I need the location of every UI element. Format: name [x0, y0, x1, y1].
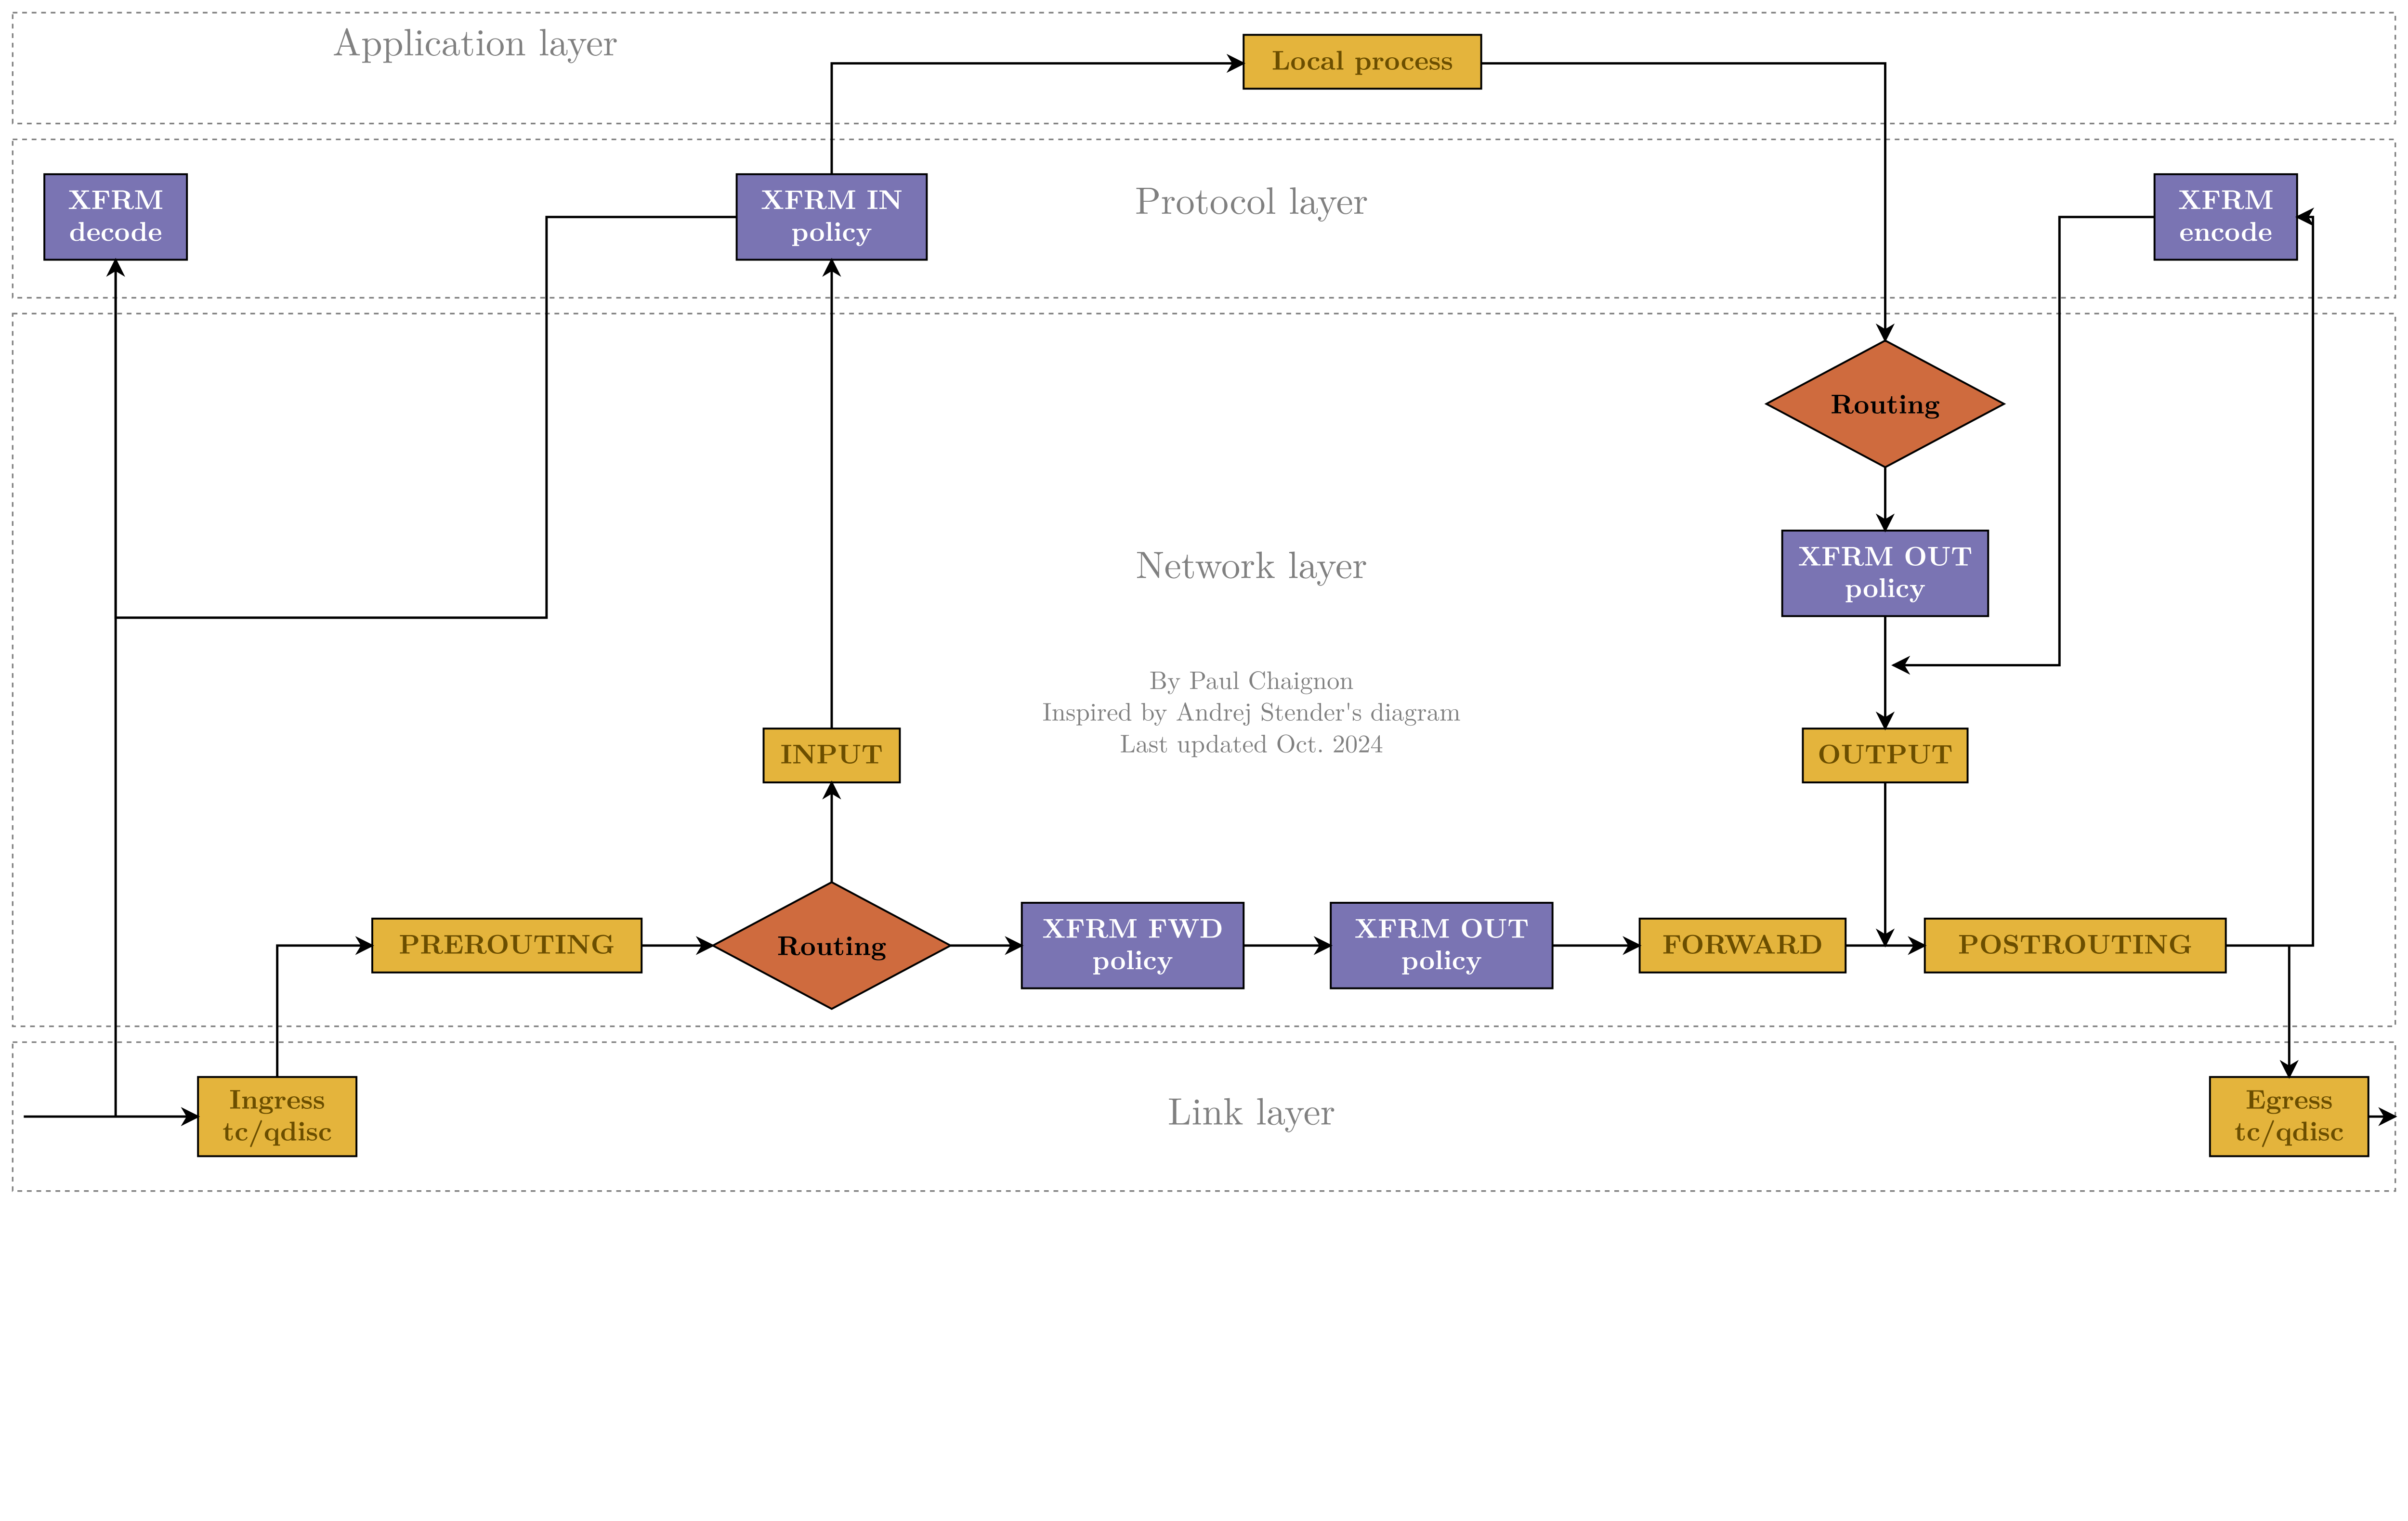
- ingress-tc-qdisc-node: Ingress tc/qdisc: [198, 1077, 356, 1156]
- egress-tc-qdisc-node: Egress tc/qdisc: [2210, 1077, 2369, 1156]
- edge-ingress-to-prerouting: [277, 946, 372, 1077]
- network-layer-label: Network layer: [1136, 535, 1367, 589]
- prerouting-node: PREROUTING: [372, 919, 641, 973]
- xfrm-encode-node: XFRM encode: [2155, 174, 2297, 260]
- forward-node: FORWARD: [1640, 919, 1846, 973]
- xfrm-out-policy-top-node: XFRM OUT policy: [1782, 531, 1989, 616]
- xfrm-in-policy-node: XFRM IN policy: [737, 174, 927, 260]
- edge-localprocess-to-routingtop: [1481, 64, 1885, 341]
- output-node: OUTPUT: [1803, 728, 1967, 782]
- svg-text:encode: encode: [2179, 211, 2272, 249]
- svg-text:tc/qdisc: tc/qdisc: [2235, 1110, 2344, 1148]
- credit-line-3: Last updated Oct. 2024: [1120, 724, 1383, 760]
- xfrm-out-policy-bottom-node: XFRM OUT policy: [1331, 903, 1553, 988]
- svg-text:FORWARD: FORWARD: [1662, 923, 1823, 962]
- svg-text:INPUT: INPUT: [781, 734, 883, 772]
- svg-text:Local process: Local process: [1272, 40, 1453, 78]
- routing-top-node: Routing: [1767, 340, 2004, 467]
- svg-text:OUTPUT: OUTPUT: [1818, 734, 1953, 772]
- svg-text:PREROUTING: PREROUTING: [399, 923, 615, 962]
- svg-text:policy: policy: [791, 211, 872, 249]
- credit-line-1: By Paul Chaignon: [1150, 661, 1354, 697]
- packet-flow-diagram: Application layer Protocol layer Network…: [0, 0, 2408, 1204]
- application-layer-label: Application layer: [333, 13, 618, 66]
- svg-text:Routing: Routing: [777, 925, 887, 963]
- postrouting-node: POSTROUTING: [1925, 919, 2226, 973]
- svg-text:tc/qdisc: tc/qdisc: [222, 1110, 332, 1148]
- routing-bottom-node: Routing: [713, 882, 950, 1009]
- edge-xfrmdecode-to-ingress: [116, 260, 198, 1117]
- svg-text:POSTROUTING: POSTROUTING: [1958, 923, 2193, 962]
- edge-xfrmin-to-localprocess: [832, 64, 1243, 174]
- credit-line-2: Inspired by Andrej Stender's diagram: [1043, 693, 1461, 728]
- edge-xfrmin-to-xfrmdecode: [116, 217, 736, 618]
- svg-text:decode: decode: [69, 211, 162, 249]
- local-process-node: Local process: [1243, 35, 1481, 89]
- svg-text:policy: policy: [1092, 939, 1173, 977]
- protocol-layer-label: Protocol layer: [1135, 171, 1368, 225]
- xfrm-decode-node: XFRM decode: [44, 174, 187, 260]
- edge-postrouting-to-xfrmencode: [2226, 217, 2313, 946]
- svg-text:policy: policy: [1845, 567, 1926, 605]
- svg-text:Routing: Routing: [1831, 384, 1940, 422]
- input-node: INPUT: [764, 728, 900, 782]
- xfrm-fwd-policy-node: XFRM FWD policy: [1022, 903, 1244, 988]
- link-layer-label: Link layer: [1168, 1082, 1335, 1136]
- svg-text:policy: policy: [1401, 939, 1482, 977]
